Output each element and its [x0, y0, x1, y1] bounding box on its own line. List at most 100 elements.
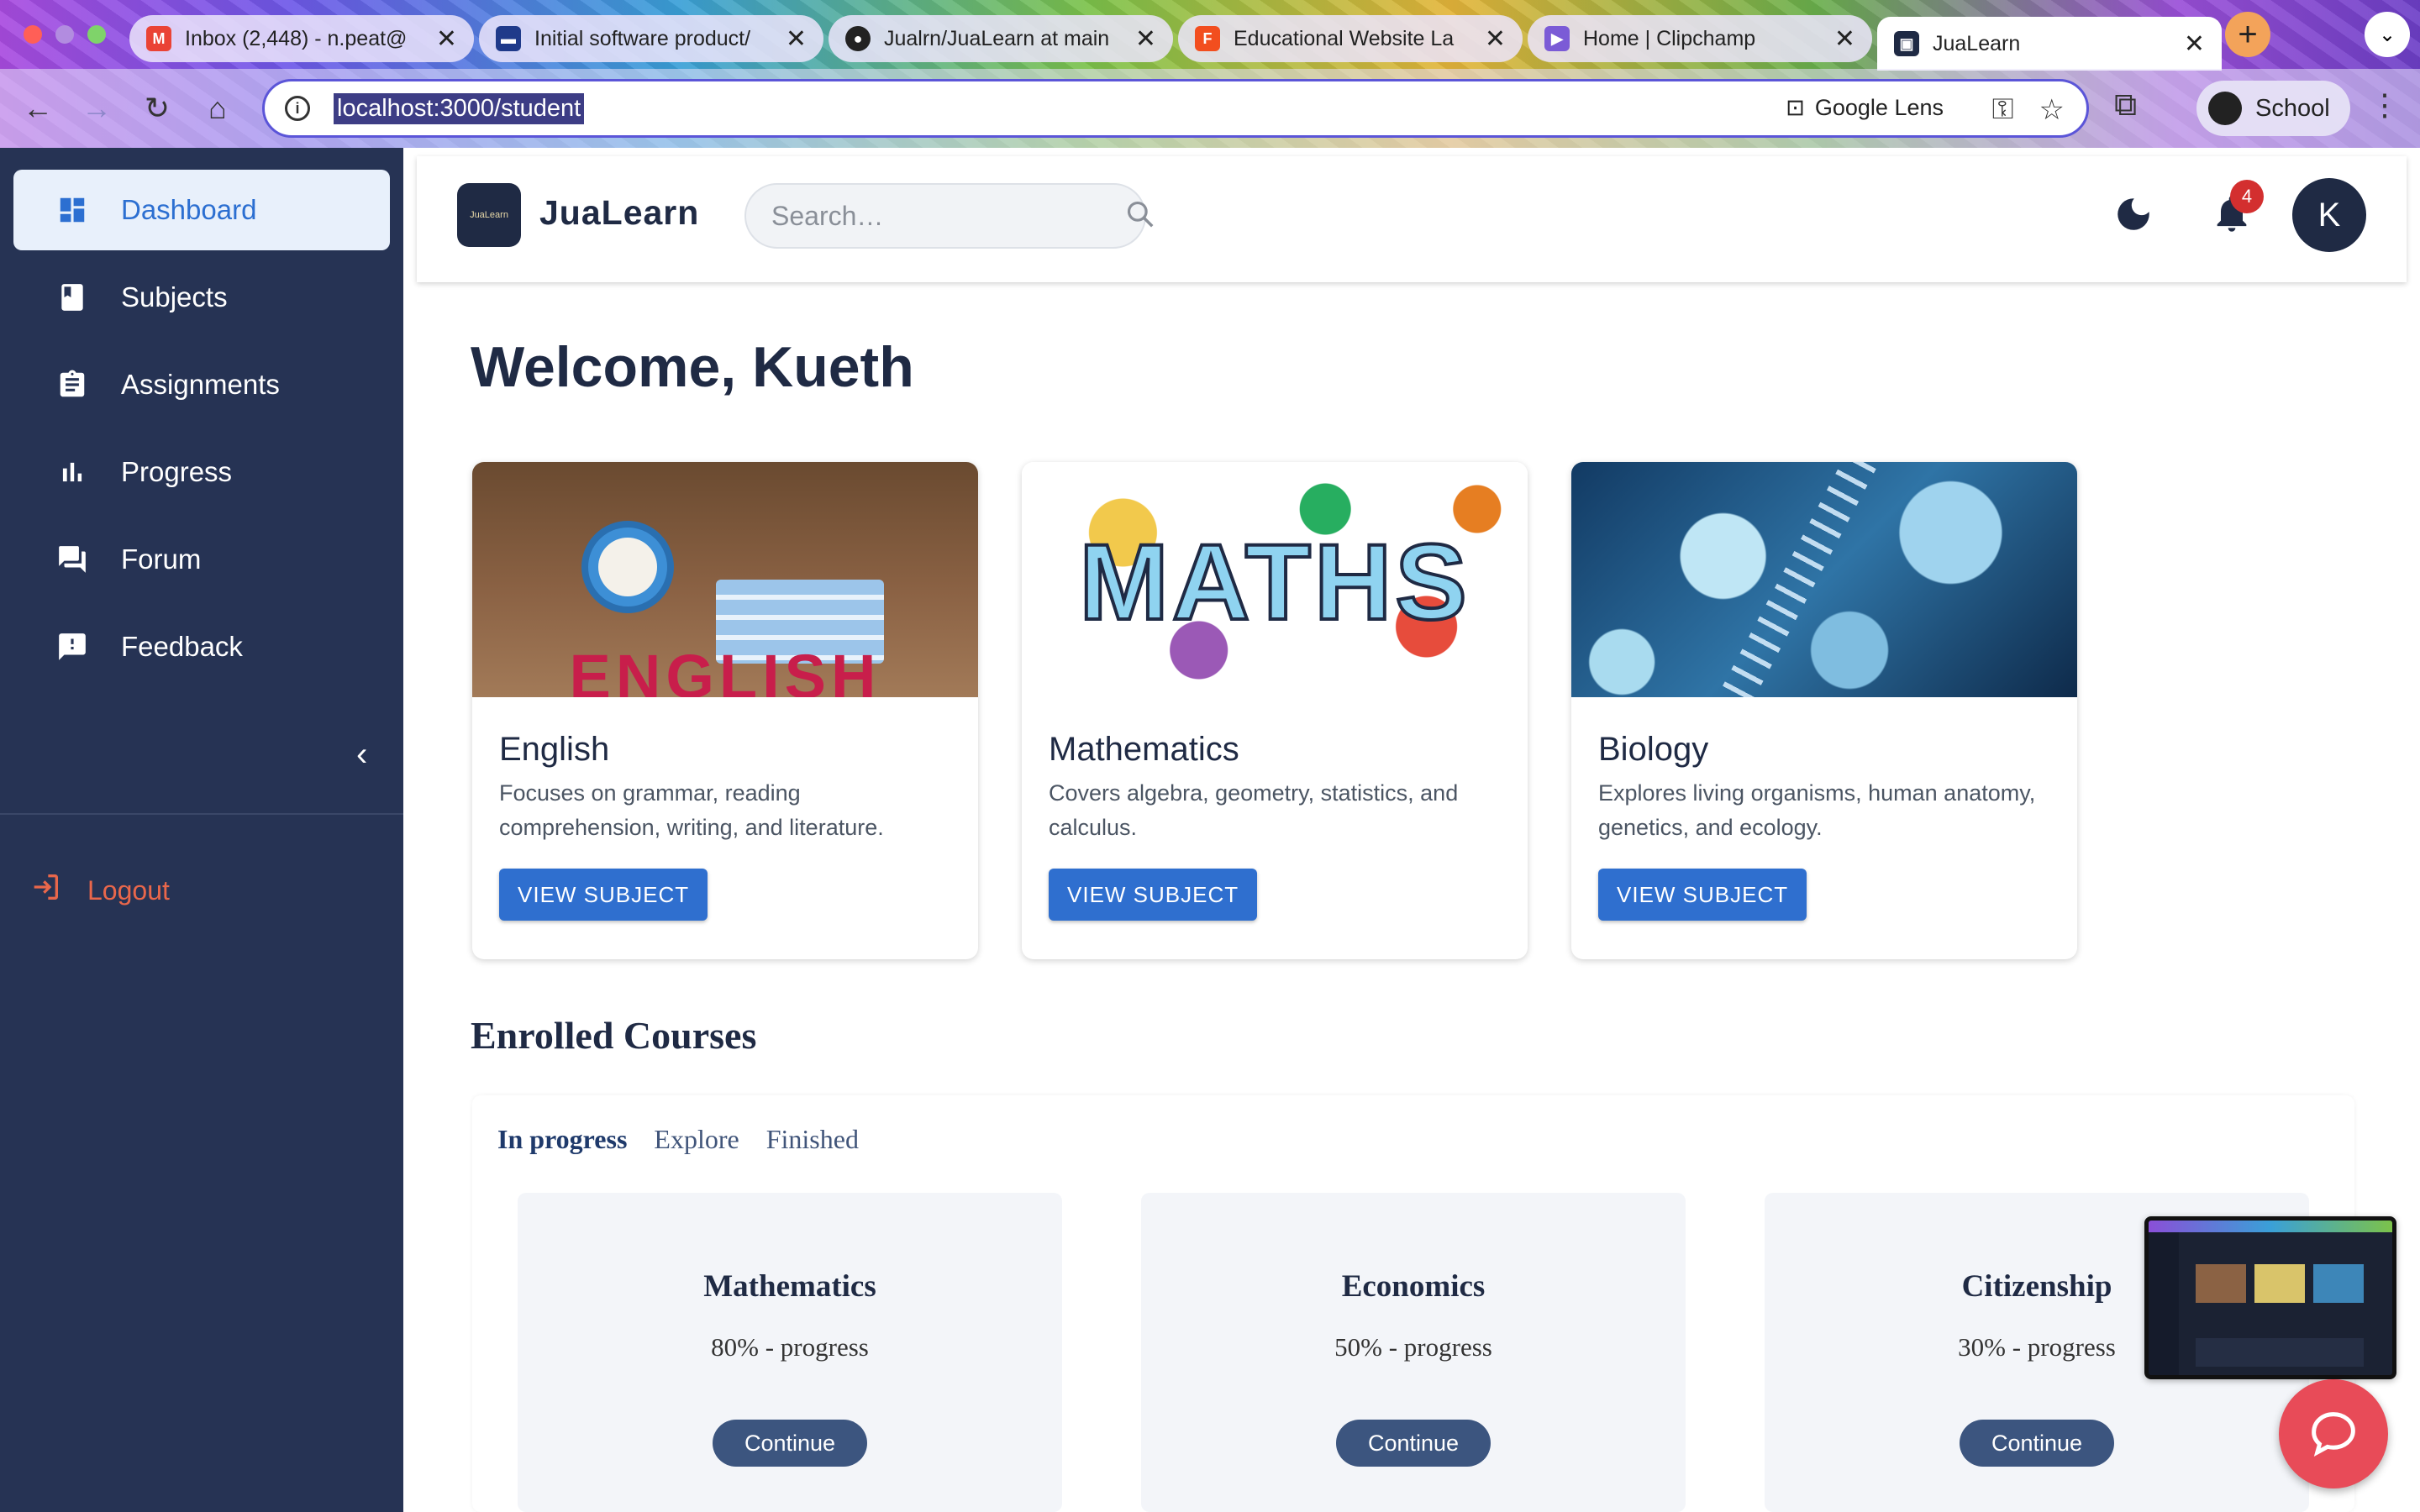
tab-in-progress[interactable]: In progress — [497, 1124, 627, 1155]
sidebar-item-label: Assignments — [121, 369, 280, 400]
browser-tab[interactable]: ▬ Initial software product/ ✕ — [479, 15, 823, 62]
maths-image-text: MATHS — [1077, 521, 1470, 644]
forward-arrow-icon[interactable]: → — [76, 87, 118, 129]
search-icon[interactable] — [1124, 198, 1156, 234]
logout-button[interactable]: Logout — [29, 870, 170, 911]
chat-bubble-icon — [2312, 1412, 2355, 1457]
course-progress: 50% - progress — [1334, 1332, 1492, 1362]
lens-label: Google Lens — [1814, 95, 1944, 120]
browser-tab-active[interactable]: ▣ JuaLearn ✕ — [1877, 17, 2222, 71]
clipboard-icon — [55, 368, 89, 402]
dna-helix-graphic — [1720, 462, 1876, 697]
continue-button[interactable]: Continue — [713, 1420, 867, 1467]
subject-title: Biology — [1598, 731, 1709, 768]
github-icon: ● — [845, 26, 871, 51]
chat-button[interactable] — [2279, 1379, 2388, 1488]
profile-avatar — [2208, 92, 2242, 125]
gmail-icon: M — [146, 26, 171, 51]
view-subject-button[interactable]: VIEW SUBJECT — [499, 869, 708, 921]
search-input[interactable] — [771, 200, 1124, 232]
browser-menu-icon[interactable]: ⋮ — [2370, 87, 2400, 123]
dashboard-icon — [55, 193, 89, 227]
course-progress: 80% - progress — [711, 1332, 869, 1362]
figma-icon: F — [1195, 26, 1220, 51]
sidebar-item-label: Forum — [121, 543, 202, 575]
bookmark-star-icon[interactable]: ☆ — [2039, 93, 2065, 127]
subject-card-english: ENGLISH English Focuses on grammar, read… — [472, 462, 978, 959]
dark-mode-toggle[interactable] — [2112, 193, 2154, 239]
sidebar-item-dashboard[interactable]: Dashboard — [13, 170, 390, 250]
sidebar-item-assignments[interactable]: Assignments — [13, 344, 390, 425]
tab-label: Home | Clipchamp — [1583, 26, 1756, 50]
minimize-window-button[interactable] — [55, 25, 74, 44]
tab-label: Educational Website La — [1234, 26, 1455, 50]
sidebar: Dashboard Subjects Assignments Progress … — [0, 148, 403, 1512]
user-avatar[interactable]: K — [2292, 178, 2366, 252]
browser-tab[interactable]: M Inbox (2,448) - n.peat@ ✕ — [129, 15, 474, 62]
screenshot-preview-thumbnail[interactable] — [2144, 1216, 2396, 1379]
new-tab-button[interactable]: + — [2225, 12, 2270, 57]
site-info-icon[interactable]: i — [285, 96, 310, 121]
feedback-icon — [55, 630, 89, 664]
enrolled-courses-panel: In progress Explore Finished Mathematics… — [472, 1095, 2354, 1512]
home-icon[interactable]: ⌂ — [197, 87, 239, 129]
logout-icon — [29, 870, 62, 911]
close-tab-icon[interactable]: ✕ — [1834, 24, 1855, 54]
sidebar-item-label: Feedback — [121, 631, 243, 662]
english-image: ENGLISH — [472, 462, 978, 697]
tab-finished[interactable]: Finished — [766, 1124, 859, 1155]
close-tab-icon[interactable]: ✕ — [436, 24, 457, 54]
enrolled-courses-title: Enrolled Courses — [471, 1014, 757, 1057]
subject-card-biology: Biology Explores living organisms, human… — [1571, 462, 2077, 959]
mathematics-image: MATHS — [1022, 462, 1528, 697]
google-lens-button[interactable]: ⊡ Google Lens — [1786, 95, 1944, 121]
logo-text: JuaLearn — [470, 209, 508, 220]
sidebar-item-progress[interactable]: Progress — [13, 432, 390, 512]
close-tab-icon[interactable]: ✕ — [1485, 24, 1506, 54]
tab-label: Initial software product/ — [534, 26, 751, 50]
tab-label: Inbox (2,448) - n.peat@ — [185, 26, 408, 50]
forum-icon — [55, 543, 89, 576]
continue-button[interactable]: Continue — [1960, 1420, 2114, 1467]
subject-description: Focuses on grammar, reading comprehensio… — [499, 780, 884, 840]
sidebar-item-subjects[interactable]: Subjects — [13, 257, 390, 338]
close-tab-icon[interactable]: ✕ — [1135, 24, 1156, 54]
view-subject-button[interactable]: VIEW SUBJECT — [1598, 869, 1807, 921]
reload-icon[interactable]: ↻ — [136, 87, 178, 129]
alarm-clock-graphic — [581, 521, 674, 613]
tab-explore[interactable]: Explore — [654, 1124, 739, 1155]
close-tab-icon[interactable]: ✕ — [786, 24, 807, 54]
sidebar-item-feedback[interactable]: Feedback — [13, 606, 390, 687]
password-key-icon[interactable]: ⚿ — [1992, 93, 2014, 127]
back-arrow-icon[interactable]: ← — [17, 87, 59, 129]
search-box — [744, 183, 1154, 249]
extensions-icon[interactable]: ⧉ — [2114, 87, 2137, 123]
clipchamp-icon: ▶ — [1544, 26, 1570, 51]
close-tab-icon[interactable]: ✕ — [2184, 29, 2205, 59]
tab-search-button[interactable]: ⌄ — [2365, 12, 2410, 57]
sidebar-item-label: Subjects — [121, 281, 228, 312]
collapse-sidebar-icon[interactable]: ‹ — [356, 736, 367, 774]
profile-chip[interactable]: School — [2196, 81, 2350, 136]
jualearn-icon: ▣ — [1894, 31, 1919, 56]
browser-tab[interactable]: ● Jualrn/JuaLearn at main ✕ — [829, 15, 1173, 62]
brand-name: JuaLearn — [539, 193, 700, 232]
url-text[interactable]: localhost:3000/student — [334, 92, 585, 124]
maximize-window-button[interactable] — [87, 25, 106, 44]
subject-title: English — [499, 731, 610, 768]
browser-tab[interactable]: ▶ Home | Clipchamp ✕ — [1528, 15, 1872, 62]
browser-tab[interactable]: F Educational Website La ✕ — [1178, 15, 1523, 62]
profile-label: School — [2255, 94, 2330, 122]
sidebar-divider — [0, 813, 403, 815]
jualearn-logo[interactable]: JuaLearn — [457, 183, 521, 247]
continue-button[interactable]: Continue — [1336, 1420, 1491, 1467]
close-window-button[interactable] — [24, 25, 42, 44]
view-subject-button[interactable]: VIEW SUBJECT — [1049, 869, 1258, 921]
moon-icon — [2118, 198, 2149, 230]
subject-description: Explores living organisms, human anatomy… — [1598, 780, 2036, 840]
book-icon — [55, 281, 89, 314]
subject-description: Covers algebra, geometry, statistics, an… — [1049, 780, 1459, 840]
docs-icon: ▬ — [496, 26, 521, 51]
address-bar[interactable]: i localhost:3000/student ⊡ Google Lens ⚿… — [262, 79, 2089, 138]
sidebar-item-forum[interactable]: Forum — [13, 519, 390, 600]
